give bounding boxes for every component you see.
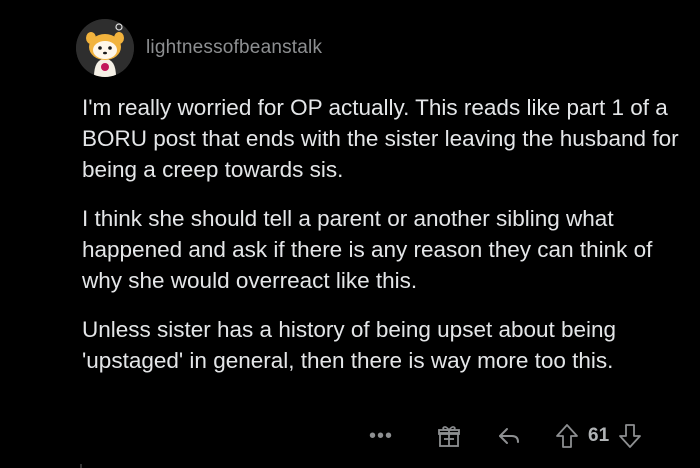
thread-line (80, 464, 82, 468)
downvote-arrow-icon (619, 424, 642, 448)
upvote-arrow-icon (556, 424, 578, 448)
downvote-button[interactable] (617, 423, 643, 449)
upvote-button[interactable] (554, 423, 580, 449)
more-options-button[interactable]: ••• (366, 425, 396, 448)
vote-score: 61 (588, 425, 610, 446)
award-button[interactable] (434, 423, 464, 449)
comment: lightnessofbeanstalk I'm really worried … (0, 0, 700, 468)
reply-arrow-icon (499, 428, 519, 444)
comment-actions: ••• 61 (360, 420, 643, 452)
reply-button[interactable] (494, 425, 524, 447)
comment-body: I'm really worried for OP actually. This… (82, 92, 682, 394)
snoo-avatar-icon (76, 19, 134, 77)
username[interactable]: lightnessofbeanstalk (146, 37, 322, 59)
comment-header: lightnessofbeanstalk (76, 18, 322, 78)
award-gift-icon (438, 426, 460, 447)
comment-paragraph-2: I think she should tell a parent or anot… (82, 206, 653, 293)
comment-paragraph-3: Unless sister has a history of being ups… (82, 317, 617, 373)
more-options-icon: ••• (368, 424, 393, 447)
avatar[interactable] (76, 19, 134, 77)
comment-paragraph-1: I'm really worried for OP actually. This… (82, 95, 679, 182)
